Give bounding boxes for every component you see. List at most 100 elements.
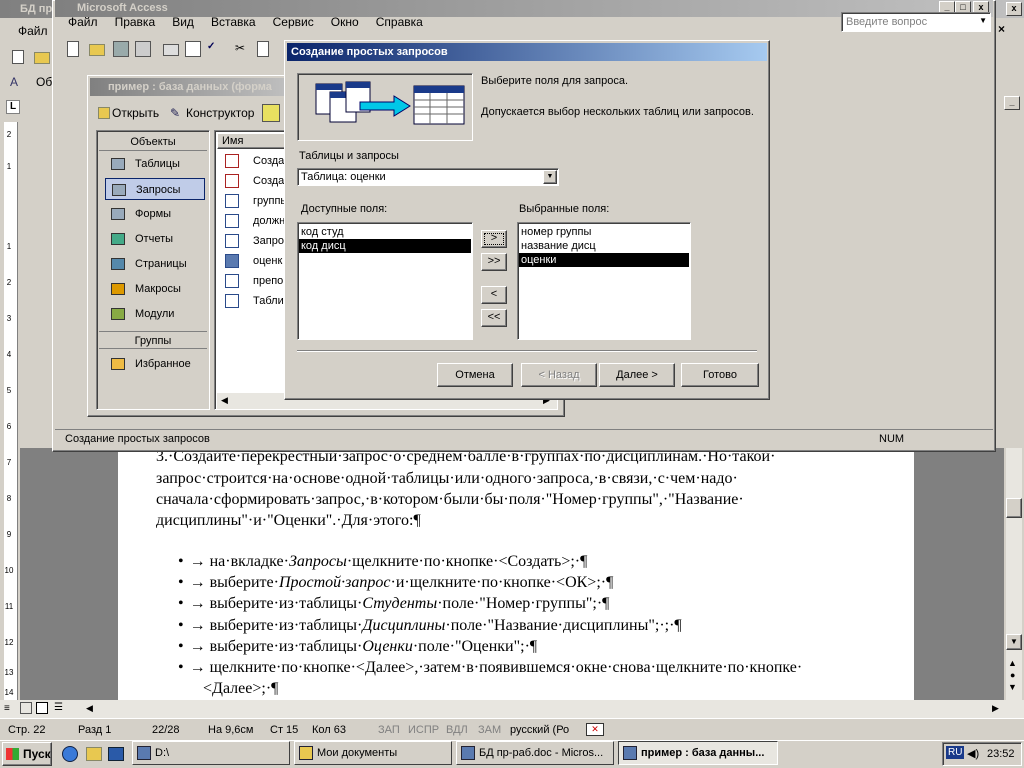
spelling-status-icon[interactable]: ✕ xyxy=(586,723,604,736)
open-folder-icon[interactable] xyxy=(34,52,50,64)
list-item[interactable]: Созда xyxy=(223,151,284,171)
object-modules[interactable]: Модули xyxy=(105,303,205,325)
open-db-object-icon[interactable] xyxy=(98,107,110,119)
list-item[interactable]: оценки xyxy=(519,253,689,267)
save-icon[interactable] xyxy=(113,41,129,57)
select-browse-icon[interactable]: ● xyxy=(1010,670,1015,680)
list-item[interactable]: должн xyxy=(223,211,285,231)
ruler-number: 2 xyxy=(6,278,12,287)
open-icon[interactable] xyxy=(89,44,105,56)
list-item[interactable]: препо xyxy=(223,271,283,291)
chevron-down-icon[interactable]: ▼ xyxy=(979,16,987,25)
task-d-drive[interactable]: D:\ xyxy=(132,741,290,765)
group-favorites[interactable]: Избранное xyxy=(105,353,205,375)
print-view-icon[interactable] xyxy=(36,702,48,714)
new-document-icon[interactable] xyxy=(12,50,24,64)
copy-icon[interactable] xyxy=(257,41,269,57)
normal-view-icon[interactable]: ≡ xyxy=(4,703,10,714)
list-item[interactable]: группы xyxy=(223,191,288,211)
menu-edit[interactable]: Правка xyxy=(108,12,163,32)
task-my-documents[interactable]: Мои документы xyxy=(294,741,452,765)
word-vertical-scrollbar[interactable]: ▼ ▲ ● ▼ xyxy=(1006,448,1022,700)
ruler-number: 4 xyxy=(6,350,12,359)
tables-queries-select[interactable]: Таблица: оценки ▼ xyxy=(297,168,559,186)
next-page-icon[interactable]: ▼ xyxy=(1008,682,1017,692)
available-fields-list[interactable]: код студ код дисц xyxy=(297,222,473,340)
folder-quicklaunch-icon[interactable] xyxy=(86,747,102,761)
menu-help[interactable]: Справка xyxy=(369,12,430,32)
list-item[interactable]: код студ xyxy=(299,225,471,239)
access-status-bar: Создание простых запросов NUM xyxy=(55,429,993,449)
print-preview-icon[interactable] xyxy=(185,41,201,57)
help-question-box[interactable]: Введите вопрос ▼ xyxy=(841,12,991,32)
style-box[interactable]: Об xyxy=(36,75,52,89)
start-button[interactable]: Пуск xyxy=(2,742,52,766)
status-extend[interactable]: ВДЛ xyxy=(446,721,468,739)
ruler-number: 6 xyxy=(6,422,12,431)
new-icon[interactable] xyxy=(67,41,79,57)
language-indicator[interactable]: RU xyxy=(946,746,965,759)
document-page[interactable]: 3.·Создайте·перекрестный·запрос·о·средне… xyxy=(118,448,914,700)
menu-window[interactable]: Окно xyxy=(324,12,366,32)
object-tables[interactable]: Таблицы xyxy=(105,153,205,175)
query-item-icon xyxy=(225,194,239,208)
list-item[interactable]: код дисц xyxy=(299,239,471,253)
menu-tools[interactable]: Сервис xyxy=(266,12,321,32)
menu-view[interactable]: Вид xyxy=(165,12,201,32)
word-menu-file[interactable]: Файл xyxy=(18,24,48,38)
scroll-right-arrow[interactable]: ▶ xyxy=(992,703,999,714)
scroll-left-arrow[interactable]: ◀ xyxy=(86,703,93,714)
cancel-button[interactable]: Отмена xyxy=(437,363,513,387)
db-open-button[interactable]: Открыть xyxy=(112,106,159,120)
prev-page-icon[interactable]: ▲ xyxy=(1008,658,1017,668)
outline-view-icon[interactable]: ☰ xyxy=(54,702,63,713)
volume-icon[interactable]: ◀) xyxy=(967,747,979,760)
status-rec[interactable]: ЗАП xyxy=(378,721,400,739)
print-icon[interactable] xyxy=(163,44,179,56)
list-item[interactable]: Запро xyxy=(223,231,284,251)
desktop-quicklaunch-icon[interactable] xyxy=(108,747,124,761)
cut-icon[interactable]: ✂ xyxy=(235,41,251,57)
word-doc-close-icon[interactable]: × xyxy=(998,22,1005,36)
design-icon[interactable]: ✎ xyxy=(170,106,180,120)
list-item[interactable]: название дисц xyxy=(519,239,689,253)
scroll-left-arrow[interactable]: ◀ xyxy=(221,395,228,406)
scroll-down-arrow[interactable]: ▼ xyxy=(1006,634,1022,650)
back-button[interactable]: < Назад xyxy=(521,363,597,387)
menu-file[interactable]: Файл xyxy=(61,12,105,32)
selected-fields-list[interactable]: номер группы название дисц оценки xyxy=(517,222,691,340)
new-object-icon[interactable] xyxy=(262,104,280,122)
list-item[interactable]: Созда xyxy=(223,171,284,191)
styles-icon[interactable]: A xyxy=(10,75,18,89)
add-field-button[interactable]: > xyxy=(481,230,507,248)
next-button[interactable]: Далее > xyxy=(599,363,675,387)
list-item[interactable]: оценк xyxy=(223,251,282,271)
word-close-icon[interactable]: x xyxy=(1006,2,1022,16)
scroll-thumb[interactable] xyxy=(1006,498,1022,518)
list-item[interactable]: Табли xyxy=(223,291,284,311)
ie-quicklaunch-icon[interactable] xyxy=(62,746,78,762)
status-overtype[interactable]: ЗАМ xyxy=(478,721,501,739)
status-track[interactable]: ИСПР xyxy=(408,721,439,739)
menu-insert[interactable]: Вставка xyxy=(204,12,263,32)
task-access-database[interactable]: пример : база данны... xyxy=(618,741,778,765)
chevron-down-icon[interactable]: ▼ xyxy=(543,170,557,184)
objects-header: Объекты xyxy=(99,133,207,151)
finish-button[interactable]: Готово xyxy=(681,363,759,387)
add-all-fields-button[interactable]: >> xyxy=(481,253,507,271)
spelling-icon[interactable]: ✓ xyxy=(207,41,223,57)
search-file-icon[interactable] xyxy=(135,41,151,57)
word-doc-min-icon[interactable]: _ xyxy=(1004,96,1020,110)
object-pages[interactable]: Страницы xyxy=(105,253,205,275)
list-item[interactable]: номер группы xyxy=(519,225,689,239)
object-macros[interactable]: Макросы xyxy=(105,278,205,300)
db-design-button[interactable]: Конструктор xyxy=(186,106,254,120)
word-horizontal-scrollbar[interactable]: ≡ ☰ ◀ ▶ xyxy=(0,700,1024,718)
object-queries[interactable]: Запросы xyxy=(105,178,205,200)
remove-all-fields-button[interactable]: << xyxy=(481,309,507,327)
remove-field-button[interactable]: < xyxy=(481,286,507,304)
object-reports[interactable]: Отчеты xyxy=(105,228,205,250)
web-view-icon[interactable] xyxy=(20,702,32,714)
task-word-document[interactable]: БД пр-раб.doc - Micros... xyxy=(456,741,614,765)
object-forms[interactable]: Формы xyxy=(105,203,205,225)
